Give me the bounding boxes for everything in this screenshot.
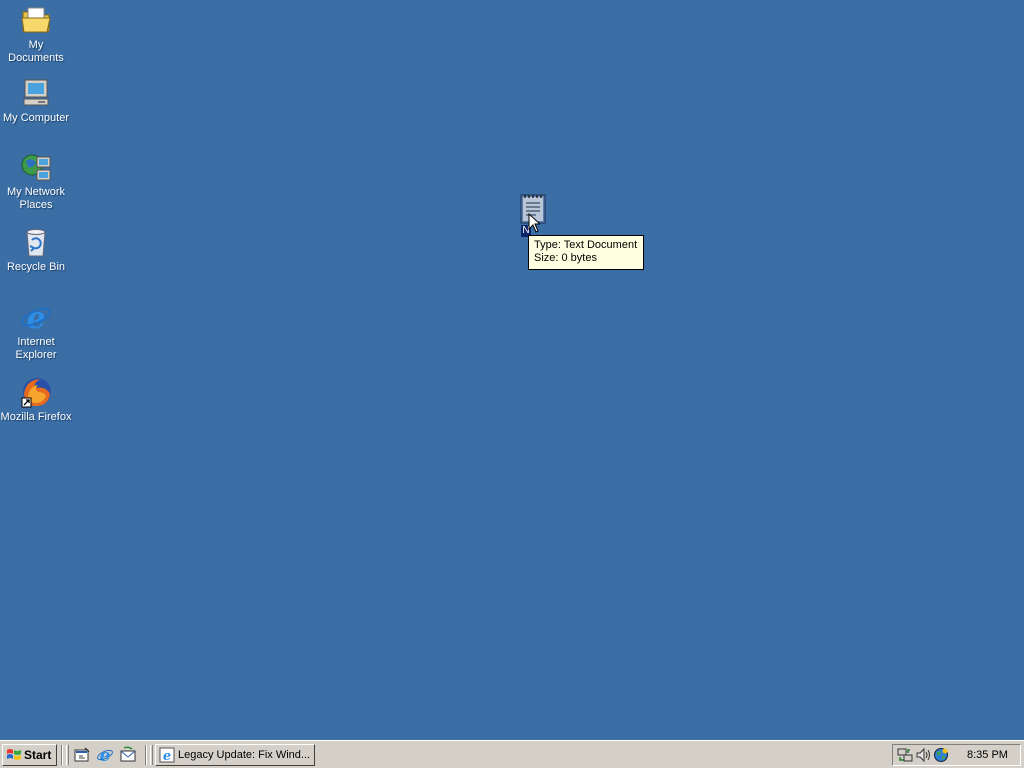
svg-text:e: e bbox=[26, 301, 45, 333]
taskbar: Start e e Legacy Update: Fix Wind... 8:3… bbox=[0, 740, 1024, 768]
globe-icon[interactable] bbox=[933, 747, 949, 763]
my-documents-icon bbox=[20, 4, 52, 36]
my-computer-icon bbox=[20, 77, 52, 109]
internet-explorer-icon: e bbox=[159, 747, 175, 763]
outlook-express-icon[interactable] bbox=[119, 746, 137, 764]
desktop-icon-network-places[interactable]: My Network Places bbox=[0, 151, 72, 212]
desktop-icon-recycle-bin[interactable]: Recycle Bin bbox=[0, 226, 72, 274]
desktop-icon-internet-explorer[interactable]: e Internet Explorer bbox=[0, 301, 72, 362]
file-tooltip: Type: Text Document Size: 0 bytes bbox=[528, 235, 644, 270]
svg-text:e: e bbox=[100, 746, 111, 764]
desktop-icon-firefox[interactable]: Mozilla Firefox bbox=[0, 376, 72, 424]
network-places-icon bbox=[20, 151, 52, 183]
toolbar-grip[interactable] bbox=[66, 745, 69, 765]
taskbar-separator bbox=[145, 745, 147, 765]
taskbar-button-legacy-update[interactable]: e Legacy Update: Fix Wind... bbox=[155, 744, 315, 766]
svg-text:e: e bbox=[163, 749, 171, 763]
volume-icon[interactable] bbox=[915, 747, 931, 763]
windows-logo-icon bbox=[7, 749, 21, 760]
desktop-icon-my-documents[interactable]: My Documents bbox=[0, 4, 72, 65]
start-label: Start bbox=[24, 748, 52, 762]
network-icon[interactable] bbox=[897, 747, 913, 763]
taskbar-separator bbox=[61, 745, 63, 765]
clock[interactable]: 8:35 PM bbox=[967, 749, 1008, 761]
recycle-bin-icon bbox=[20, 226, 52, 258]
tooltip-type: Type: Text Document bbox=[534, 239, 638, 251]
firefox-icon bbox=[20, 376, 52, 408]
show-desktop-icon[interactable] bbox=[73, 746, 91, 764]
internet-explorer-icon: e bbox=[20, 301, 52, 336]
start-button[interactable]: Start bbox=[2, 744, 57, 766]
toolbar-grip[interactable] bbox=[150, 745, 153, 765]
system-tray: 8:35 PM bbox=[892, 744, 1021, 766]
desktop[interactable]: My Documents My Computer My Network Plac bbox=[0, 0, 1024, 740]
desktop-icon-my-computer[interactable]: My Computer bbox=[0, 77, 72, 125]
taskbar-button-label: Legacy Update: Fix Wind... bbox=[178, 749, 311, 761]
ie-quick-launch-icon[interactable]: e bbox=[96, 746, 114, 764]
tooltip-size: Size: 0 bytes bbox=[534, 252, 597, 264]
mouse-cursor-icon bbox=[528, 213, 540, 233]
